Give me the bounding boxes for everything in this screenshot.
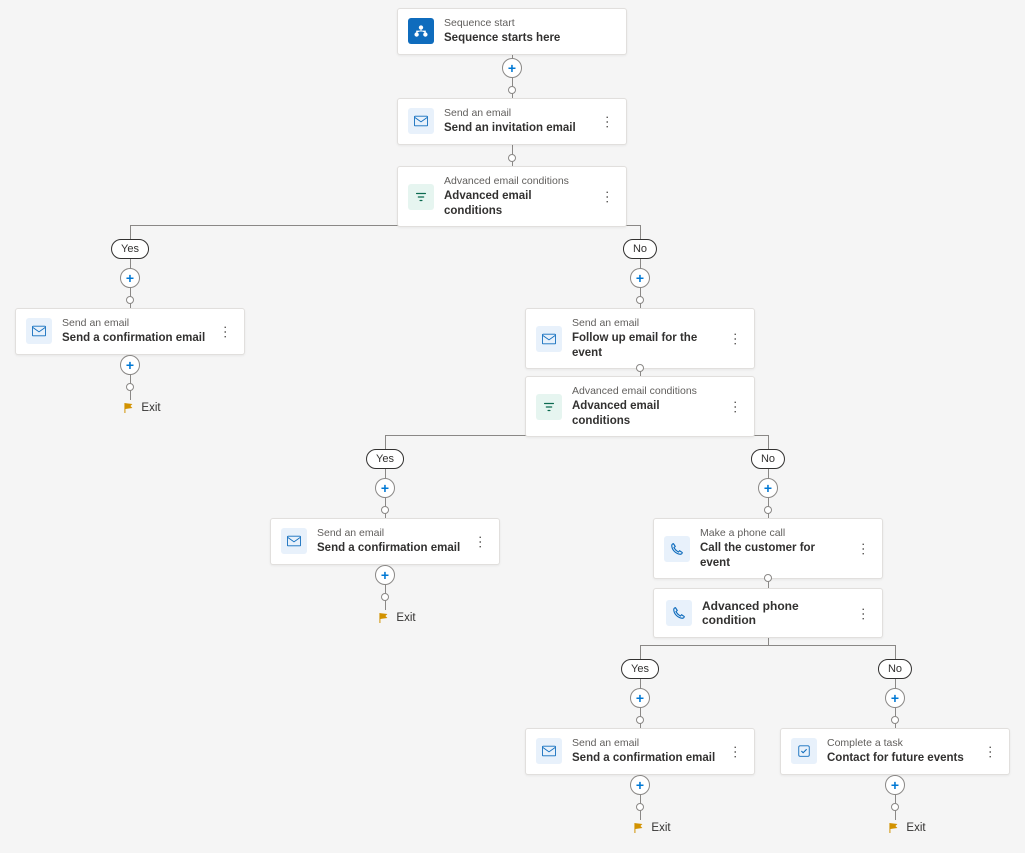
node-followup-email[interactable]: Send an email Follow up email for the ev…: [525, 308, 755, 369]
task-icon: [791, 738, 817, 764]
add-step-button[interactable]: +: [120, 355, 140, 375]
connector-socket: [381, 506, 389, 514]
node-subtitle: Complete a task: [827, 737, 972, 750]
connector-socket: [508, 86, 516, 94]
node-subtitle: Send an email: [317, 527, 462, 540]
start-icon: [408, 18, 434, 44]
exit-label: Exit: [396, 612, 415, 624]
connector-socket: [636, 364, 644, 372]
phone-icon: [664, 536, 690, 562]
node-title: Follow up email for the event: [572, 331, 717, 361]
add-step-button[interactable]: +: [375, 565, 395, 585]
add-step-button[interactable]: +: [630, 775, 650, 795]
node-subtitle: Advanced email conditions: [444, 175, 589, 188]
node-title: Contact for future events: [827, 751, 972, 766]
add-step-button[interactable]: +: [120, 268, 140, 288]
branch-yes-pill[interactable]: Yes: [366, 449, 404, 469]
add-step-button[interactable]: +: [630, 268, 650, 288]
more-menu-icon[interactable]: ⋯: [727, 743, 744, 760]
connector-socket: [508, 154, 516, 162]
add-step-button[interactable]: +: [885, 775, 905, 795]
connector: [640, 645, 896, 646]
node-subtitle: Sequence start: [444, 17, 616, 30]
connector-socket: [636, 296, 644, 304]
node-title: Send a confirmation email: [317, 541, 462, 556]
node-advanced-email-conditions-1[interactable]: Advanced email conditions Advanced email…: [397, 166, 627, 227]
node-subtitle: Make a phone call: [700, 527, 845, 540]
connector-socket: [764, 574, 772, 582]
connector-socket: [381, 593, 389, 601]
node-subtitle: Send an email: [572, 317, 717, 330]
more-menu-icon[interactable]: ⋯: [855, 607, 872, 620]
email-icon: [536, 738, 562, 764]
more-menu-icon[interactable]: ⋯: [727, 398, 744, 415]
add-step-button[interactable]: +: [885, 688, 905, 708]
node-subtitle: Send an email: [572, 737, 717, 750]
more-menu-icon[interactable]: ⋯: [472, 533, 489, 550]
node-title: Send a confirmation email: [572, 751, 717, 766]
node-title: Advanced email conditions: [572, 399, 717, 429]
node-advanced-phone-condition[interactable]: Advanced phone condition ⋯: [653, 588, 883, 638]
exit-marker: Exit: [376, 611, 415, 625]
email-icon: [26, 318, 52, 344]
node-send-invitation-email[interactable]: Send an email Send an invitation email ⋯: [397, 98, 627, 145]
flag-icon: [376, 611, 390, 625]
connector-socket: [764, 506, 772, 514]
more-menu-icon[interactable]: ⋯: [217, 323, 234, 340]
connector-socket: [636, 803, 644, 811]
flag-icon: [121, 401, 135, 415]
add-step-button[interactable]: +: [502, 58, 522, 78]
flow-canvas: Sequence start Sequence starts here + Se…: [0, 0, 1025, 853]
node-contact-future-events[interactable]: Complete a task Contact for future event…: [780, 728, 1010, 775]
node-send-confirmation-email-2[interactable]: Send an email Send a confirmation email …: [270, 518, 500, 565]
phone-condition-icon: [666, 600, 692, 626]
more-menu-icon[interactable]: ⋯: [855, 540, 872, 557]
connector-socket: [636, 716, 644, 724]
node-title: Call the customer for event: [700, 541, 845, 571]
connector-socket: [891, 716, 899, 724]
branch-no-pill[interactable]: No: [623, 239, 657, 259]
node-title: Sequence starts here: [444, 31, 616, 46]
node-subtitle: Advanced email conditions: [572, 385, 717, 398]
more-menu-icon[interactable]: ⋯: [599, 113, 616, 130]
add-step-button[interactable]: +: [375, 478, 395, 498]
node-title: Send a confirmation email: [62, 331, 207, 346]
more-menu-icon[interactable]: ⋯: [727, 330, 744, 347]
exit-label: Exit: [651, 822, 670, 834]
exit-marker: Exit: [886, 821, 925, 835]
exit-label: Exit: [906, 822, 925, 834]
node-title: Advanced phone condition: [702, 599, 847, 627]
exit-label: Exit: [141, 402, 160, 414]
node-send-confirmation-email-1[interactable]: Send an email Send a confirmation email …: [15, 308, 245, 355]
more-menu-icon[interactable]: ⋯: [982, 743, 999, 760]
node-title: Advanced email conditions: [444, 189, 589, 219]
flag-icon: [631, 821, 645, 835]
email-icon: [281, 528, 307, 554]
exit-marker: Exit: [121, 401, 160, 415]
condition-icon: [536, 394, 562, 420]
flag-icon: [886, 821, 900, 835]
email-icon: [536, 326, 562, 352]
email-icon: [408, 108, 434, 134]
connector-socket: [126, 296, 134, 304]
connector-socket: [891, 803, 899, 811]
more-menu-icon[interactable]: ⋯: [599, 188, 616, 205]
node-title: Send an invitation email: [444, 121, 589, 136]
connector-socket: [126, 383, 134, 391]
node-advanced-email-conditions-2[interactable]: Advanced email conditions Advanced email…: [525, 376, 755, 437]
node-call-customer[interactable]: Make a phone call Call the customer for …: [653, 518, 883, 579]
exit-marker: Exit: [631, 821, 670, 835]
node-subtitle: Send an email: [62, 317, 207, 330]
branch-yes-pill[interactable]: Yes: [111, 239, 149, 259]
node-subtitle: Send an email: [444, 107, 589, 120]
node-sequence-start[interactable]: Sequence start Sequence starts here: [397, 8, 627, 55]
add-step-button[interactable]: +: [630, 688, 650, 708]
condition-icon: [408, 184, 434, 210]
node-send-confirmation-email-3[interactable]: Send an email Send a confirmation email …: [525, 728, 755, 775]
branch-yes-pill[interactable]: Yes: [621, 659, 659, 679]
branch-no-pill[interactable]: No: [751, 449, 785, 469]
add-step-button[interactable]: +: [758, 478, 778, 498]
branch-no-pill[interactable]: No: [878, 659, 912, 679]
